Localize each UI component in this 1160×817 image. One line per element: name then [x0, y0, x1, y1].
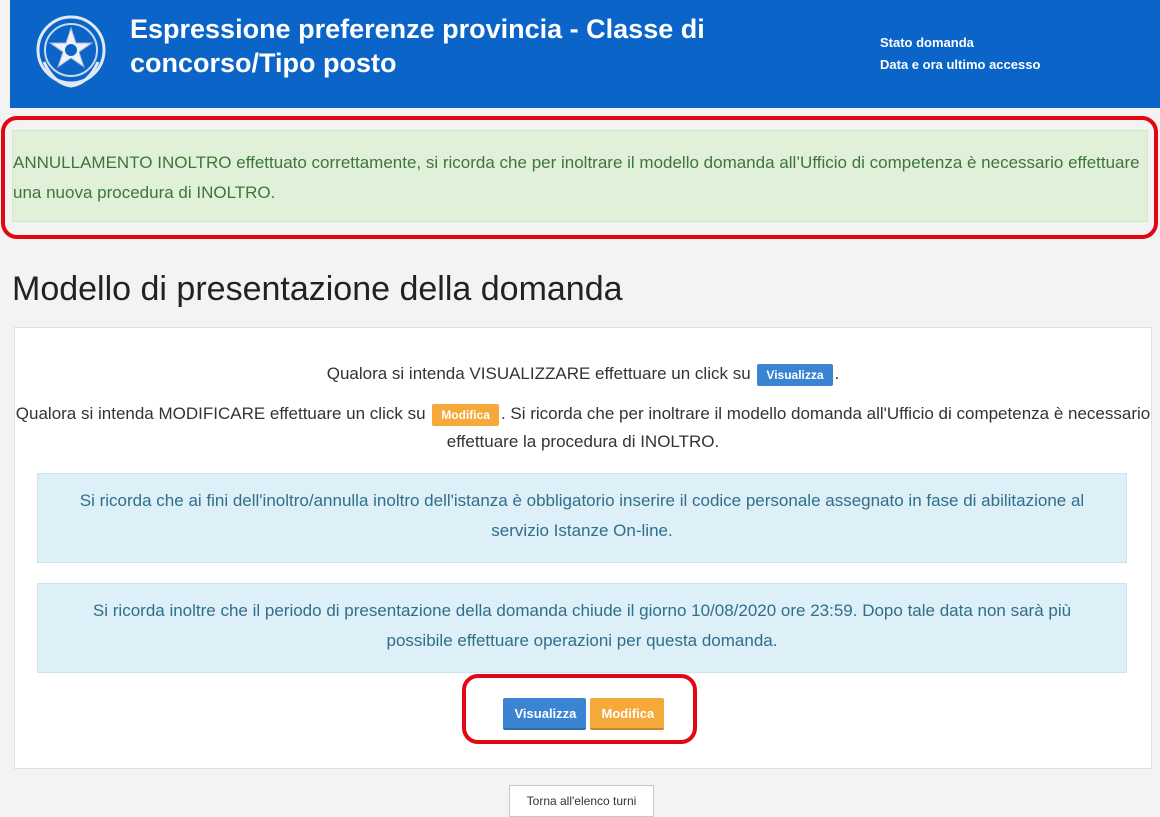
page-title: Modello di presentazione della domanda — [12, 270, 623, 308]
app-header: Espressione preferenze provincia - Class… — [10, 0, 1160, 108]
modifica-instruction: Qualora si intenda MODIFICARE effettuare… — [15, 400, 1151, 456]
header-title-line-2: concorso/Tipo posto — [130, 48, 397, 78]
inline-visualizza-badge: Visualizza — [757, 363, 833, 386]
header-meta: Stato domanda Data e ora ultimo accesso — [880, 32, 1040, 76]
action-buttons: Visualizza Modifica — [15, 698, 1151, 730]
visualizza-button[interactable]: Visualizza — [502, 698, 586, 730]
ultimo-accesso-label: Data e ora ultimo accesso — [880, 57, 1041, 72]
success-alert-message: ANNULLAMENTO INOLTRO effettuato corretta… — [13, 153, 1140, 202]
scadenza-info: Si ricorda inoltre che il periodo di pre… — [37, 583, 1127, 673]
domanda-card: Qualora si intenda VISUALIZZARE effettua… — [14, 327, 1152, 769]
back-to-turni-button[interactable]: Torna all'elenco turni — [509, 785, 654, 817]
visualizza-instruction: Qualora si intenda VISUALIZZARE effettua… — [15, 360, 1151, 388]
inline-modifica-badge: Modifica — [432, 403, 499, 426]
italian-republic-emblem-icon — [36, 15, 106, 88]
modifica-instruction-text: Qualora si intenda MODIFICARE effettuare… — [15, 404, 426, 423]
codice-personale-info: Si ricorda che ai fini dell'inoltro/annu… — [37, 473, 1127, 563]
modifica-button[interactable]: Modifica — [589, 698, 664, 730]
page-header-title: Espressione preferenze provincia - Class… — [130, 12, 730, 80]
stato-domanda-label: Stato domanda — [880, 35, 974, 50]
modifica-instruction-suffix: . Si ricorda che per inoltrare il modell… — [446, 404, 1151, 451]
visualizza-instruction-text: Qualora si intenda VISUALIZZARE effettua… — [326, 364, 751, 383]
visualizza-instruction-suffix: . — [834, 364, 840, 383]
header-title-line-1: Espressione preferenze provincia - Class… — [130, 14, 705, 44]
success-alert: ANNULLAMENTO INOLTRO effettuato corretta… — [12, 130, 1148, 222]
